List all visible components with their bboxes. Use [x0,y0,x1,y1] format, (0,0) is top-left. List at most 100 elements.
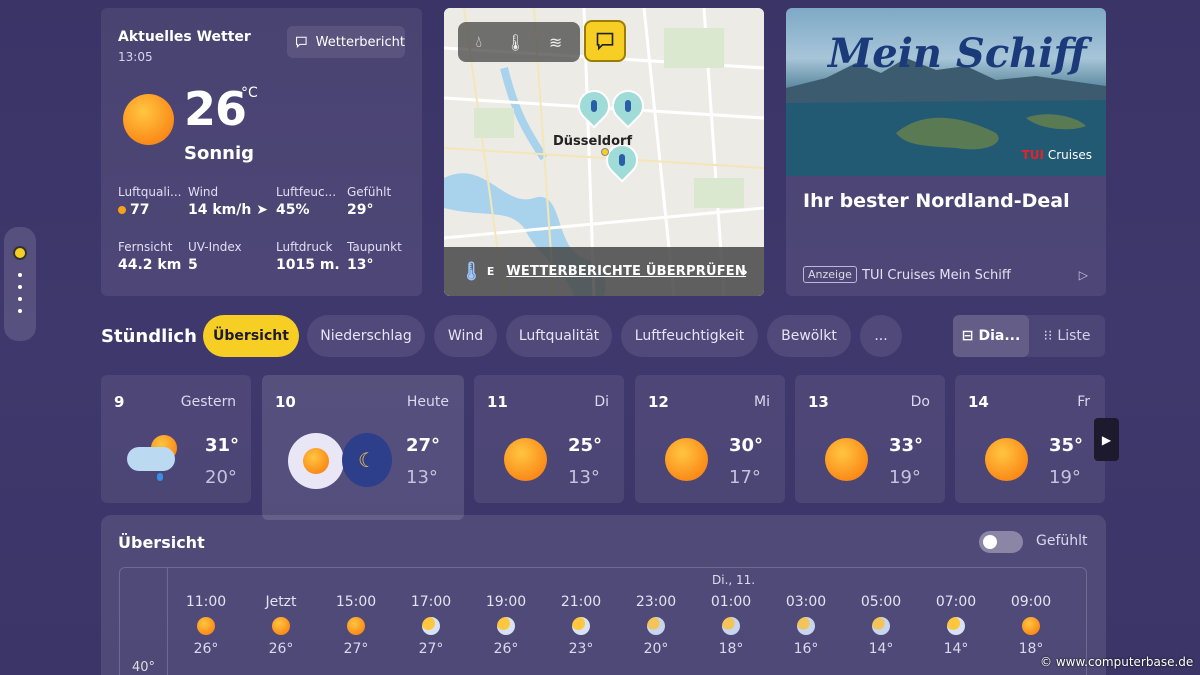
thermometer-icon: 🌡︎ [460,261,483,282]
moon-cloud-icon [797,617,815,635]
ad-card[interactable]: Mein Schiff TUI Cruises Ihr bester Nordl… [786,8,1106,296]
tab-cloudy[interactable]: Bewölkt [767,315,851,357]
ad-source[interactable]: TUI Cruises Mein Schiff [862,268,1011,283]
temperature-unit: °C [241,85,258,101]
sun-icon [665,438,708,481]
hour-temperature: 27° [343,641,369,657]
hourly-title: Stündlich [101,326,197,347]
hourly-chart[interactable]: 40° Di., 11. 11:00 26° Jetzt 26° 15:00 27° 17:… [119,567,1087,675]
day-header: Di., 11. [712,573,756,587]
day-card[interactable]: 11 Di 25° 13° [474,375,624,503]
stat-feels-like[interactable]: Gefühlt 29° [347,185,411,218]
sun-cloud-icon [947,617,965,635]
hour-column[interactable]: 11:00 26° [176,594,236,657]
hour-temperature: 26° [493,641,519,657]
stat-dew-point[interactable]: Taupunkt 13° [347,240,411,273]
hour-column[interactable]: 05:00 14° [851,594,911,657]
watermark: © www.computerbase.de [1040,655,1194,669]
map-footer[interactable]: 🌡︎ E WETTERBERICHTE ÜBERPRÜFEN › [444,247,764,296]
stat-uv-index[interactable]: UV-Index 5 [188,240,268,273]
day-card[interactable]: 13 Do 33° 19° [795,375,945,503]
hour-time: 03:00 [785,594,827,610]
hour-time: 09:00 [1010,594,1052,610]
hour-column[interactable]: 19:00 26° [476,594,536,657]
rain-cloud-sun-icon [127,435,181,481]
hour-time: 01:00 [710,594,752,610]
hour-column[interactable]: 09:00 18° [1001,594,1061,657]
hour-column[interactable]: 15:00 27° [326,594,386,657]
hour-column[interactable]: 17:00 27° [401,594,461,657]
day-card-today[interactable]: 10 Heute ☾ 27° 13° [262,375,464,520]
feels-like-toggle[interactable] [979,531,1023,553]
ad-brand-logo: Mein Schiff [828,30,1087,77]
list-icon: ⁝⁝ [1043,328,1053,344]
rail-dot[interactable] [18,285,22,289]
weather-map[interactable]: 💧︎ 🌡︎ ≋ Düsseldorf 🌡︎ E WETTERBERICHTE Ü… [444,8,764,296]
stat-wind[interactable]: Wind 14 km/h ➤ [188,185,268,218]
rail-dot[interactable] [18,297,22,301]
sun-icon [288,433,344,489]
hour-temperature: 26° [193,641,219,657]
hour-column[interactable]: 03:00 16° [776,594,836,657]
moon-cloud-icon [647,617,665,635]
view-switch: ⊟ Dia... ⁝⁝ Liste [953,315,1105,357]
rail-dot[interactable] [18,309,22,313]
tab-overview[interactable]: Übersicht [203,315,299,357]
hour-temperature: 27° [418,641,444,657]
play-icon[interactable]: ▷ [1079,268,1088,282]
hour-column[interactable]: Jetzt 26° [251,594,311,657]
day-card[interactable]: 9 Gestern 31° 20° [101,375,251,503]
tab-wind[interactable]: Wind [434,315,497,357]
chart-icon: ⊟ [961,328,974,344]
axis-label: 40° [132,660,156,675]
drop-icon[interactable]: 💧︎ [476,32,482,52]
tab-precipitation[interactable]: Niederschlag [307,315,425,357]
ad-tag: Anzeige [803,266,857,283]
hour-column[interactable]: 23:00 20° [626,594,686,657]
current-weather-title: Aktuelles Wetter [118,29,251,45]
map-chat-button[interactable] [584,20,626,62]
hour-time: 11:00 [185,594,227,610]
sun-icon [504,438,547,481]
wind-icon[interactable]: ≋ [549,33,562,52]
hour-column[interactable]: 21:00 23° [551,594,611,657]
side-rail[interactable] [4,227,36,341]
thermometer-icon[interactable]: 🌡︎ [505,33,525,52]
hour-column[interactable]: 01:00 18° [701,594,761,657]
tab-more[interactable]: ... [860,315,902,357]
list-view-button[interactable]: ⁝⁝ Liste [1029,315,1105,357]
map-layer-toolbar: 💧︎ 🌡︎ ≋ [458,22,580,62]
moon-cloud-icon [872,617,890,635]
hour-time: 19:00 [485,594,527,610]
wind-direction-icon: ➤ [256,202,268,218]
sun-icon [347,617,365,635]
city-dot [601,148,609,156]
sun-icon[interactable] [13,246,27,260]
check-reports-link[interactable]: WETTERBERICHTE ÜBERPRÜFEN [506,264,746,279]
sun-cloud-icon [572,617,590,635]
chat-icon [596,32,614,51]
sun-icon [1022,617,1040,635]
tab-air-quality[interactable]: Luftqualität [506,315,612,357]
rail-dot[interactable] [18,273,22,277]
day-card[interactable]: 12 Mi 30° 17° [635,375,785,503]
stat-pressure[interactable]: Luftdruck 1015 m... [276,240,340,273]
stat-air-quality[interactable]: Luftquali... 77 [118,185,184,218]
current-condition: Sonnig [184,143,255,164]
chat-icon [296,36,307,48]
hour-column[interactable]: 07:00 14° [926,594,986,657]
ad-headline[interactable]: Ihr bester Nordland-Deal [803,190,1070,212]
aqi-dot-icon [118,206,126,214]
diagram-view-button[interactable]: ⊟ Dia... [953,315,1029,357]
sun-cloud-icon [422,617,440,635]
tab-humidity[interactable]: Luftfeuchtigkeit [621,315,758,357]
next-days-button[interactable]: ▶ [1094,418,1119,461]
current-temperature: 26 [184,82,247,136]
weather-report-button[interactable]: Wetterbericht [287,26,405,58]
stat-humidity[interactable]: Luftfeuc... 45% [276,185,340,218]
chevron-right-icon[interactable]: › [741,262,748,281]
axis-line [167,568,168,675]
day-card[interactable]: 14 Fr 35° 19° [955,375,1105,503]
overview-title: Übersicht [118,533,205,552]
stat-visibility[interactable]: Fernsicht 44.2 km [118,240,184,273]
